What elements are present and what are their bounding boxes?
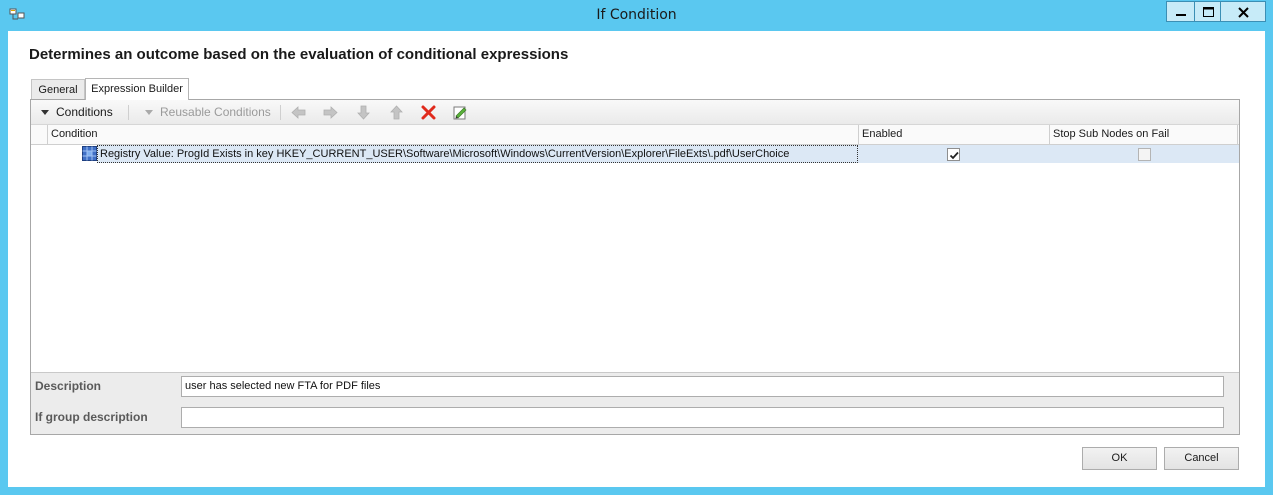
edit-icon[interactable] (452, 104, 469, 121)
description-area: Description user has selected new FTA fo… (31, 372, 1239, 434)
minimize-icon (1176, 14, 1186, 16)
window-title: If Condition (596, 7, 677, 23)
conditions-dropdown[interactable]: Conditions (41, 100, 113, 125)
description-label: Description (35, 379, 102, 393)
toolbar: Conditions Reusable Conditions (31, 100, 1239, 125)
column-header-condition[interactable]: Condition (47, 125, 858, 145)
minimize-button[interactable] (1166, 1, 1194, 22)
toolbar-separator (280, 105, 281, 120)
maximize-button[interactable] (1194, 1, 1221, 22)
arrow-right-icon[interactable] (322, 104, 339, 121)
dialog-heading: Determines an outcome based on the evalu… (29, 46, 569, 63)
close-button[interactable] (1221, 1, 1266, 22)
tab-general[interactable]: General (31, 79, 85, 100)
chevron-down-icon (145, 110, 153, 116)
arrow-left-icon[interactable] (290, 104, 307, 121)
column-header-enabled[interactable]: Enabled (858, 125, 1049, 145)
grid-header: Condition Enabled Stop Sub Nodes on Fail (31, 125, 1239, 145)
conditions-label: Conditions (56, 105, 113, 119)
title-bar[interactable]: If Condition (0, 0, 1273, 31)
maximize-icon (1203, 7, 1214, 17)
description-field[interactable]: user has selected new FTA for PDF files (181, 376, 1224, 397)
dialog-client-area: Determines an outcome based on the evalu… (8, 31, 1265, 487)
chevron-down-icon (41, 110, 49, 116)
stop-sub-nodes-checkbox[interactable] (1138, 148, 1151, 161)
close-icon (1238, 7, 1249, 18)
toolbar-separator (128, 105, 129, 120)
table-row[interactable]: Registry Value: ProgId Exists in key HKE… (31, 145, 1239, 163)
ok-button[interactable]: OK (1082, 447, 1157, 470)
column-header-stop-sub-nodes[interactable]: Stop Sub Nodes on Fail (1049, 125, 1238, 145)
if-group-description-label: If group description (35, 410, 148, 424)
conditions-grid: Condition Enabled Stop Sub Nodes on Fail… (31, 125, 1239, 372)
checkmark-icon (949, 151, 959, 160)
condition-cell[interactable]: Registry Value: ProgId Exists in key HKE… (97, 145, 858, 163)
arrow-down-icon[interactable] (355, 104, 372, 121)
registry-icon (82, 146, 97, 161)
arrow-up-icon[interactable] (388, 104, 405, 121)
expression-builder-panel: Conditions Reusable Conditions Condition… (30, 99, 1240, 435)
reusable-conditions-label: Reusable Conditions (160, 105, 271, 119)
cancel-button[interactable]: Cancel (1164, 447, 1239, 470)
if-group-description-field[interactable] (181, 407, 1224, 428)
reusable-conditions-dropdown[interactable]: Reusable Conditions (145, 100, 271, 125)
dialog-window: If Condition Determines an outcome based… (0, 0, 1273, 495)
delete-icon[interactable] (420, 104, 437, 121)
enabled-checkbox[interactable] (947, 148, 960, 161)
tab-expression-builder[interactable]: Expression Builder (85, 78, 189, 100)
column-header-expand (31, 125, 47, 145)
